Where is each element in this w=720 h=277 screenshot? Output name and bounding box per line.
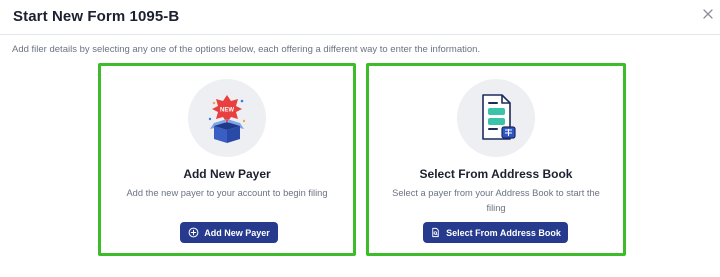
address-book-description: Select a payer from your Address Book to… bbox=[392, 188, 600, 213]
add-new-payer-description: Add the new payer to your account to beg… bbox=[126, 188, 328, 198]
new-badge-text: NEW bbox=[220, 108, 234, 114]
dialog-subtitle: Add filer details by selecting any one o… bbox=[12, 44, 481, 55]
close-icon[interactable] bbox=[700, 6, 716, 22]
plus-circle-icon bbox=[188, 227, 199, 238]
start-form-dialog: Start New Form 1095-B Add filer details … bbox=[0, 0, 720, 277]
add-new-payer-button[interactable]: Add New Payer bbox=[180, 222, 278, 243]
document-search-icon bbox=[432, 227, 439, 238]
address-book-button-label: Select From Address Book bbox=[446, 227, 561, 238]
address-book-document-icon bbox=[457, 79, 535, 157]
add-new-payer-card[interactable]: NEW Add New Payer Add the new payer to y… bbox=[98, 63, 356, 256]
select-from-address-book-card[interactable]: Select From Address Book Select a payer … bbox=[366, 63, 626, 256]
select-from-address-book-button[interactable]: Select From Address Book bbox=[423, 222, 568, 243]
add-new-payer-button-label: Add New Payer bbox=[204, 227, 270, 238]
dialog-title: Start New Form 1095-B bbox=[13, 8, 180, 25]
add-new-payer-title: Add New Payer bbox=[183, 167, 271, 181]
dialog-header: Start New Form 1095-B bbox=[0, 0, 720, 35]
address-book-title: Select From Address Book bbox=[419, 167, 573, 181]
new-box-icon: NEW bbox=[188, 79, 266, 157]
